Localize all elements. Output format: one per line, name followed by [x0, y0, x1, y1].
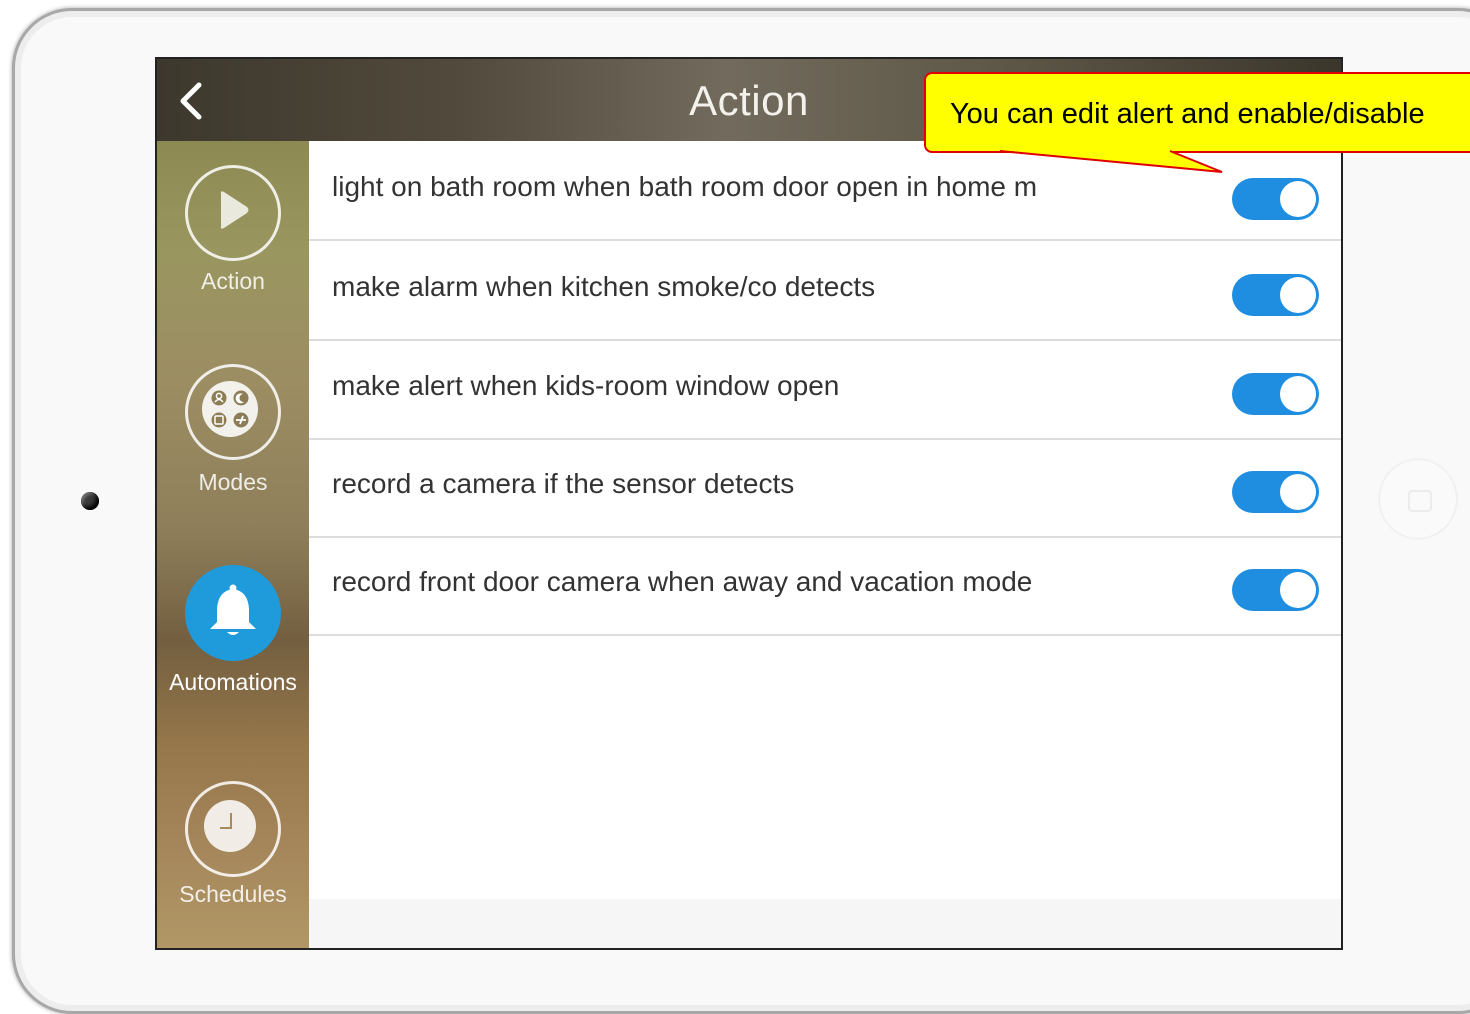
automation-row[interactable]: make alarm when kitchen smoke/co detects: [309, 241, 1341, 341]
sidebar-item-label: Action: [201, 268, 265, 294]
sidebar-item-label: Schedules: [179, 881, 287, 907]
home-square-icon: [1408, 490, 1432, 512]
enable-toggle[interactable]: [1232, 569, 1319, 611]
automation-label: record a camera if the sensor detects: [332, 468, 795, 499]
modes-icon: [185, 364, 281, 460]
toggle-knob: [1280, 376, 1316, 412]
play-icon: [185, 165, 281, 261]
callout-text: You can edit alert and enable/disable: [950, 98, 1425, 130]
automation-row[interactable]: record front door camera when away and v…: [309, 536, 1341, 636]
automation-list: light on bath room when bath room door o…: [309, 141, 1341, 948]
enable-toggle[interactable]: [1232, 274, 1319, 316]
automation-row[interactable]: make alert when kids-room window open: [309, 340, 1341, 440]
clock-icon: [185, 781, 281, 877]
app-screen: Action Action Modes Automations Schedule…: [155, 57, 1343, 950]
sidebar: Action Modes Automations Schedules: [157, 141, 309, 948]
home-button[interactable]: [1380, 460, 1456, 538]
automation-label: make alarm when kitchen smoke/co detects: [332, 271, 876, 302]
enable-toggle[interactable]: [1232, 178, 1319, 220]
toggle-knob: [1280, 474, 1316, 510]
sidebar-item-label: Modes: [198, 469, 268, 495]
list-footer: [309, 899, 1341, 948]
toggle-knob: [1280, 572, 1316, 608]
enable-toggle[interactable]: [1232, 373, 1319, 415]
automation-row[interactable]: record a camera if the sensor detects: [309, 438, 1341, 538]
enable-toggle[interactable]: [1232, 471, 1319, 513]
sidebar-item-label: Automations: [169, 669, 297, 695]
front-camera: [81, 492, 99, 510]
automation-label: record front door camera when away and v…: [332, 566, 1033, 597]
bell-icon: [185, 565, 281, 661]
toggle-knob: [1280, 181, 1316, 217]
automation-label: make alert when kids-room window open: [332, 370, 840, 401]
tutorial-callout: You can edit alert and enable/disable: [924, 72, 1470, 153]
callout-pointer: [999, 150, 1223, 173]
toggle-knob: [1280, 277, 1316, 313]
